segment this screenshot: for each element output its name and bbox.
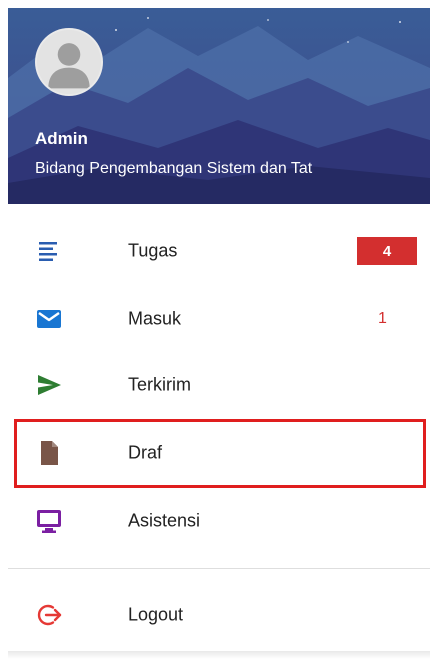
menu-item-label: Masuk — [128, 308, 182, 329]
menu-item-masuk[interactable]: Masuk 1 — [8, 286, 430, 352]
menu-item-label: Terkirim — [128, 374, 191, 395]
logout-icon — [36, 602, 62, 628]
menu-divider — [8, 568, 430, 569]
monitor-icon — [36, 508, 62, 534]
user-name: Admin — [35, 129, 88, 148]
menu-item-label: Asistensi — [128, 510, 201, 531]
bottom-shadow — [8, 651, 430, 659]
menu-item-asistensi[interactable]: Asistensi — [8, 488, 430, 554]
navigation-drawer: Admin Bidang Pengembangan Sistem dan Tat… — [0, 0, 430, 659]
menu-item-logout[interactable]: Logout — [8, 582, 430, 648]
user-placeholder-icon — [37, 30, 101, 94]
user-department: Bidang Pengembangan Sistem dan Tat — [35, 160, 313, 177]
menu-item-tugas[interactable]: Tugas 4 — [8, 218, 430, 284]
list-icon — [36, 238, 62, 264]
selected-item-highlight — [14, 419, 426, 488]
mail-icon — [36, 306, 62, 332]
menu-item-label: Tugas — [128, 240, 178, 261]
profile-header: Admin Bidang Pengembangan Sistem dan Tat — [8, 8, 430, 204]
avatar[interactable] — [35, 28, 103, 96]
menu-item-terkirim[interactable]: Terkirim — [8, 352, 430, 418]
send-icon — [36, 372, 62, 398]
tugas-count-badge: 4 — [357, 237, 417, 265]
masuk-count: 1 — [378, 310, 387, 327]
menu-item-label: Logout — [128, 604, 184, 625]
